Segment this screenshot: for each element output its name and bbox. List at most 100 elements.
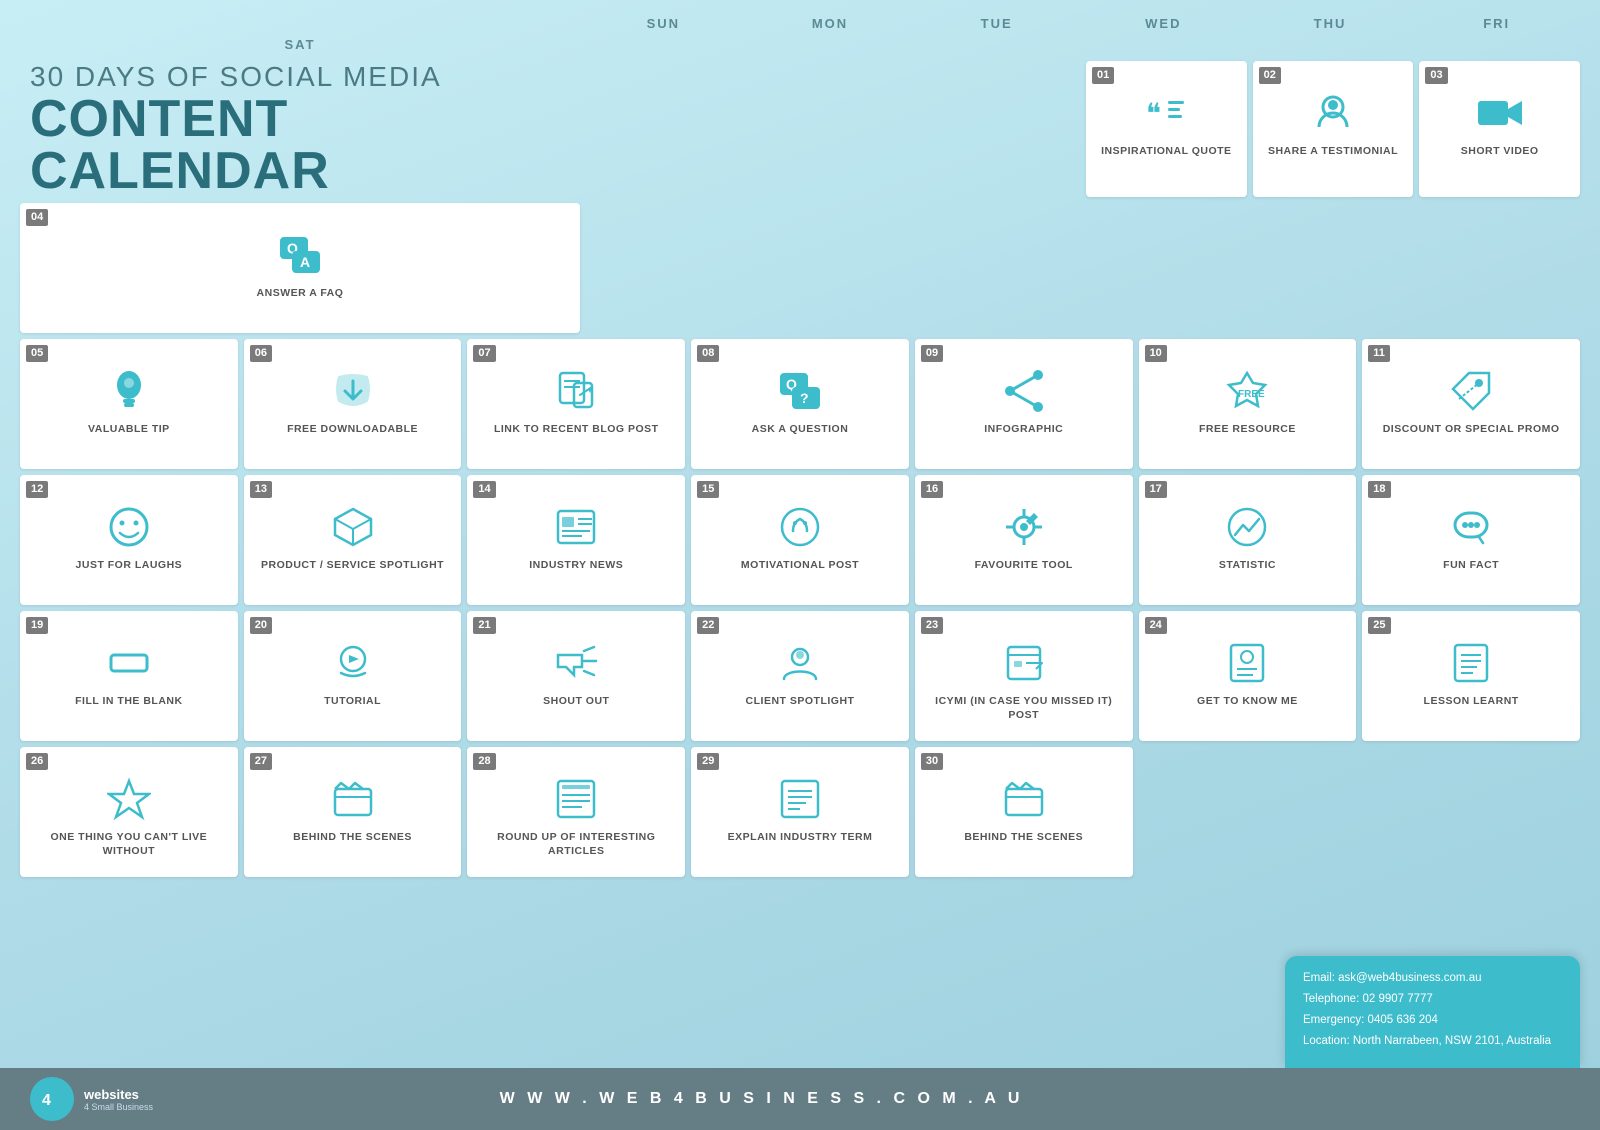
faq-icon: QA: [278, 233, 322, 283]
news-icon: [554, 505, 598, 555]
svg-text:?: ?: [800, 390, 809, 406]
cell-label-03: SHORT VIDEO: [1461, 145, 1539, 159]
cell-label-04: ANSWER A FAQ: [257, 287, 344, 301]
product-icon: [331, 505, 375, 555]
cell-number-09: 09: [921, 345, 943, 362]
cell-20: 20 TUTORIAL: [244, 611, 462, 741]
row4: 19 FILL IN THE BLANK 20 TUTORIAL 21 SHOU…: [20, 611, 1580, 741]
row5: 26 ONE THING YOU CAN'T LIVE WITHOUT 27 B…: [20, 747, 1580, 877]
footer-logo-icon: 4: [30, 1077, 74, 1121]
page: SUN MON TUE WED THU FRI SAT 30 DAYS OF S…: [0, 0, 1600, 1130]
cell-number-13: 13: [250, 481, 272, 498]
cell-number-22: 22: [697, 617, 719, 634]
day-wed: WED: [1080, 14, 1247, 35]
cell-25: 25 LESSON LEARNT: [1362, 611, 1580, 741]
roundup-icon: [554, 777, 598, 827]
tutorial-icon: [331, 641, 375, 691]
empty-last-2: [1362, 747, 1580, 877]
footer-bar: 4 websites 4 Small Business W W W . W E …: [0, 1068, 1600, 1130]
scenes-icon: [331, 777, 375, 827]
testimonial-icon: [1311, 91, 1355, 141]
title-area-spacer: [20, 14, 580, 35]
cell-number-17: 17: [1145, 481, 1167, 498]
cell-label-17: STATISTIC: [1219, 559, 1276, 573]
day-sun: SUN: [580, 14, 747, 35]
cell-number-28: 28: [473, 753, 495, 770]
cell-10: 10 FREE FREE RESOURCE: [1139, 339, 1357, 469]
cell-number-27: 27: [250, 753, 272, 770]
cell-number-21: 21: [473, 617, 495, 634]
cell-number-30: 30: [921, 753, 943, 770]
cell-label-26: ONE THING YOU CAN'T LIVE WITHOUT: [26, 831, 232, 858]
cell-label-28: ROUND UP OF INTERESTING ARTICLES: [473, 831, 679, 858]
funfact-icon: [1449, 505, 1493, 555]
cell-number-06: 06: [250, 345, 272, 362]
tip-icon: [109, 369, 149, 419]
empty-cell: [753, 61, 914, 197]
cell-21: 21 SHOUT OUT: [467, 611, 685, 741]
svg-text:FREE: FREE: [1238, 389, 1265, 400]
contact-loc: Location: North Narrabeen, NSW 2101, Aus…: [1303, 1033, 1562, 1049]
cell-number-01: 01: [1092, 67, 1114, 84]
cell-29: 29 EXPLAIN INDUSTRY TERM: [691, 747, 909, 877]
day-mon: MON: [747, 14, 914, 35]
empty-cell: [919, 61, 1080, 197]
contact-emerg: Emergency: 0405 636 204: [1303, 1012, 1562, 1028]
cell-label-18: FUN FACT: [1443, 559, 1499, 573]
discount-icon: [1449, 369, 1493, 419]
cell-number-26: 26: [26, 753, 48, 770]
tool-icon: [1002, 505, 1046, 555]
cell-label-12: JUST FOR LAUGHS: [76, 559, 183, 573]
laugh-icon: [107, 505, 151, 555]
cell-label-02: SHARE A TESTIMONIAL: [1268, 145, 1398, 159]
cell-11: 11 DISCOUNT OR SPECIAL PROMO: [1362, 339, 1580, 469]
row3: 12 JUST FOR LAUGHS 13 PRODUCT / SERVICE …: [20, 475, 1580, 605]
scenes2-icon: [1002, 777, 1046, 827]
cell-22: 22 CLIENT SPOTLIGHT: [691, 611, 909, 741]
blog-icon: [554, 369, 598, 419]
cell-15: 15 MOTIVATIONAL POST: [691, 475, 909, 605]
cell-label-20: TUTORIAL: [324, 695, 381, 709]
cell-16: 16 FAVOURITE TOOL: [915, 475, 1133, 605]
cell-label-21: SHOUT OUT: [543, 695, 609, 709]
title-main: CONTENT CALENDAR: [30, 93, 560, 197]
cell-19: 19 FILL IN THE BLANK: [20, 611, 238, 741]
cell-number-29: 29: [697, 753, 719, 770]
contact-email: Email: ask@web4business.com.au: [1303, 970, 1562, 986]
day-thu: THU: [1247, 14, 1414, 35]
cell-24: 24 GET TO KNOW ME: [1139, 611, 1357, 741]
cell-28: 28 ROUND UP OF INTERESTING ARTICLES: [467, 747, 685, 877]
cell-number-24: 24: [1145, 617, 1167, 634]
cell-label-08: ASK A QUESTION: [752, 423, 849, 437]
cell-30: 30 BEHIND THE SCENES: [915, 747, 1133, 877]
download-icon: [331, 369, 375, 419]
row1: 30 DAYS OF SOCIAL MEDIA CONTENT CALENDAR…: [20, 61, 1580, 333]
title-top: 30 DAYS OF SOCIAL MEDIA: [30, 61, 560, 93]
cell-04: 04 QA ANSWER A FAQ: [20, 203, 580, 333]
cell-18: 18 FUN FACT: [1362, 475, 1580, 605]
term-icon: [778, 777, 822, 827]
motivational-icon: [778, 505, 822, 555]
row2: 05 VALUABLE TIP 06 FREE DOWNLOADABLE 07 …: [20, 339, 1580, 469]
lesson-icon: [1449, 641, 1493, 691]
cell-number-07: 07: [473, 345, 495, 362]
cell-14: 14 INDUSTRY NEWS: [467, 475, 685, 605]
icymi-icon: [1002, 641, 1046, 691]
cell-label-13: PRODUCT / SERVICE SPOTLIGHT: [261, 559, 444, 573]
cell-number-04: 04: [26, 209, 48, 226]
cell-number-10: 10: [1145, 345, 1167, 362]
cell-label-23: ICYMI (IN CASE YOU MISSED IT) POST: [921, 695, 1127, 722]
cell-number-12: 12: [26, 481, 48, 498]
footer-url: W W W . W E B 4 B U S I N E S S . C O M …: [153, 1090, 1370, 1108]
title-block: 30 DAYS OF SOCIAL MEDIA CONTENT CALENDAR: [20, 61, 580, 197]
cell-label-19: FILL IN THE BLANK: [75, 695, 182, 709]
svg-text:❝: ❝: [1146, 98, 1161, 129]
cell-number-11: 11: [1368, 345, 1390, 362]
cell-number-03: 03: [1425, 67, 1447, 84]
footer-logo-area: 4 websites 4 Small Business: [30, 1077, 153, 1121]
cell-number-14: 14: [473, 481, 495, 498]
fillin-icon: [107, 641, 151, 691]
cell-label-11: DISCOUNT OR SPECIAL PROMO: [1383, 423, 1560, 437]
cell-27: 27 BEHIND THE SCENES: [244, 747, 462, 877]
cell-label-09: INFOGRAPHIC: [984, 423, 1063, 437]
